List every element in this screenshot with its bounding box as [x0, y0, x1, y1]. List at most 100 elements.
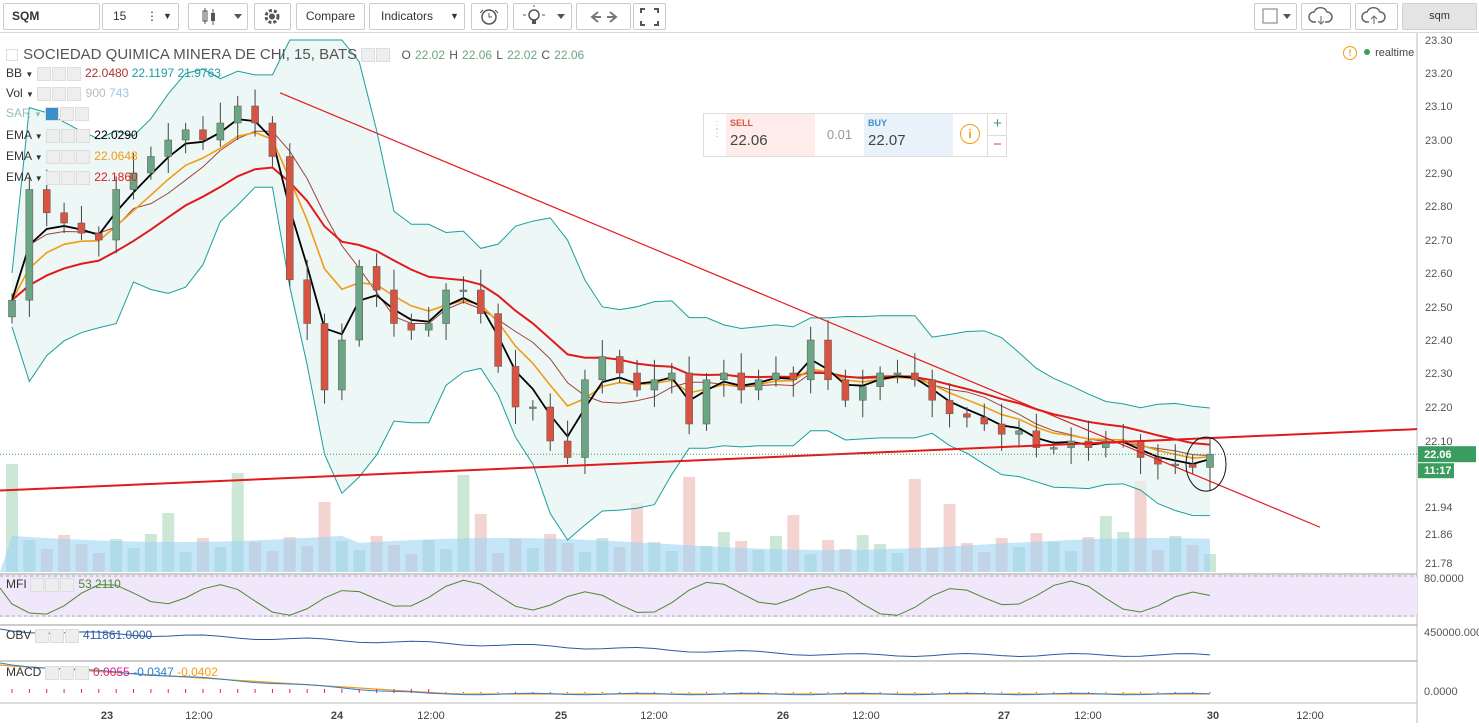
ohlc-close-label: C — [541, 48, 550, 62]
candle-body — [320, 323, 329, 391]
close-icon[interactable] — [74, 665, 89, 680]
candle-body — [911, 372, 919, 381]
close-icon[interactable] — [75, 128, 90, 143]
candle-body — [442, 289, 450, 324]
drag-handle[interactable]: ⋮ ⋮ — [704, 114, 726, 156]
settings-icon[interactable] — [51, 66, 66, 81]
mfi-value: 53.2110 — [78, 577, 121, 591]
chevron-down-icon: ▼ — [450, 11, 459, 21]
eye-icon[interactable] — [36, 66, 51, 81]
settings-icon[interactable] — [60, 170, 75, 185]
fullscreen-button[interactable] — [633, 3, 666, 30]
ohlc-open: 22.02 — [415, 48, 446, 62]
close-icon[interactable] — [75, 170, 90, 185]
legend-ema-2[interactable]: EMA ▼ 22.0648 — [6, 149, 138, 169]
chart-style-button[interactable] — [188, 3, 248, 30]
candle-body — [112, 189, 120, 241]
settings-icon[interactable] — [49, 628, 64, 643]
eye-icon[interactable] — [30, 577, 45, 592]
mfi-label: MFI — [6, 577, 27, 591]
candle-body — [181, 129, 190, 141]
ema-label: EMA — [6, 149, 32, 163]
eye-icon[interactable] — [44, 665, 59, 680]
settings-icon[interactable] — [52, 86, 67, 101]
candle-body — [980, 416, 989, 425]
price-tick-label: 21.78 — [1425, 558, 1453, 570]
candle-body — [477, 289, 485, 314]
candle-body — [650, 379, 659, 391]
candle-body — [859, 386, 867, 401]
interval-select[interactable]: 15 ⋮ ▼ — [102, 3, 179, 30]
status-dot — [1364, 49, 1371, 55]
ema-slow-value: 22.1860 — [94, 170, 138, 184]
legend-sar[interactable]: SAR ▼ — [6, 106, 90, 126]
ohlc-high-label: H — [449, 48, 458, 62]
candle-body — [95, 232, 103, 241]
eye-icon[interactable] — [45, 149, 60, 164]
alert-button[interactable] — [471, 3, 508, 30]
eye-icon[interactable] — [37, 86, 52, 101]
settings-icon[interactable] — [60, 128, 75, 143]
info-icon[interactable]: i — [960, 124, 980, 144]
user-menu[interactable]: sqm — [1402, 3, 1477, 30]
candle-body — [876, 372, 884, 387]
legend-mfi[interactable]: MFI 53.2110 — [6, 577, 121, 597]
legend-ema-1[interactable]: EMA ▼ 22.0290 — [6, 128, 138, 148]
eye-icon[interactable] — [361, 48, 376, 63]
undo-redo-group[interactable] — [576, 3, 631, 30]
close-icon[interactable] — [64, 628, 79, 643]
settings-icon[interactable] — [45, 577, 60, 592]
layout-button[interactable] — [1254, 3, 1297, 30]
time-tick-label: 12:00 — [417, 710, 445, 722]
close-icon[interactable] — [75, 106, 90, 121]
candles-icon — [202, 8, 242, 25]
close-icon[interactable] — [60, 577, 75, 592]
pane-axis-label: 450000.0000 — [1424, 627, 1479, 639]
legend-vol[interactable]: Vol ▼ 900 743 — [6, 86, 129, 106]
settings-icon[interactable] — [376, 48, 391, 63]
legend-bb[interactable]: BB ▼ 22.0480 22.1197 21.9763 — [6, 66, 221, 86]
macd-signal-value: -0.0402 — [177, 665, 218, 679]
sell-button[interactable]: SELL 22.06 — [726, 114, 815, 156]
eye-icon[interactable] — [34, 628, 49, 643]
candle-body — [511, 366, 520, 408]
time-tick-label: 12:00 — [852, 710, 880, 722]
pane-axis-label: 80.0000 — [1424, 573, 1464, 585]
macd-line-value: -0.0347 — [133, 665, 174, 679]
close-icon[interactable] — [67, 86, 82, 101]
eye-icon[interactable] — [45, 170, 60, 185]
price-tick-label: 23.30 — [1425, 35, 1453, 47]
chevron-down-icon: ▼ — [34, 174, 43, 183]
eye-icon[interactable] — [45, 106, 60, 121]
indicators-button[interactable]: Indicators ▼ — [369, 3, 465, 30]
ema-label: EMA — [6, 170, 32, 184]
buy-button[interactable]: BUY 22.07 — [864, 114, 953, 156]
load-chart-button[interactable] — [1301, 3, 1351, 30]
candle-body — [251, 105, 259, 124]
realtime-indicator: ! realtime — [1343, 46, 1414, 60]
settings-button[interactable] — [254, 3, 291, 30]
settings-icon[interactable] — [60, 106, 75, 121]
legend-ema-3[interactable]: EMA ▼ 22.1860 — [6, 170, 138, 190]
settings-icon[interactable] — [60, 149, 75, 164]
legend-macd[interactable]: MACD 0.0055 -0.0347 -0.0402 — [6, 665, 218, 685]
save-chart-button[interactable] — [1355, 3, 1398, 30]
info-icon: ! — [1343, 46, 1357, 60]
candle-body — [1188, 463, 1197, 468]
compare-button[interactable]: Compare — [296, 3, 365, 30]
plus-button[interactable]: + — [987, 114, 1007, 136]
cloud-download-icon — [1308, 6, 1333, 25]
obv-label: OBV — [6, 628, 32, 642]
candle-body — [824, 339, 832, 381]
legend-obv[interactable]: OBV 411861.0000 — [6, 628, 152, 648]
settings-icon[interactable] — [59, 665, 74, 680]
drawing-tools-button[interactable] — [513, 3, 572, 30]
close-icon[interactable] — [66, 66, 81, 81]
chart-area[interactable]: 23.30 23.20 23.10 23.00 22.90 22.80 22.70 22.60… — [0, 33, 1479, 723]
minus-button[interactable]: − — [987, 135, 1007, 156]
price-tick-label: 22.80 — [1425, 201, 1453, 213]
collapse-icon[interactable] — [6, 49, 18, 62]
symbol-input[interactable]: SQM — [3, 3, 100, 30]
close-icon[interactable] — [75, 149, 90, 164]
eye-icon[interactable] — [45, 128, 60, 143]
